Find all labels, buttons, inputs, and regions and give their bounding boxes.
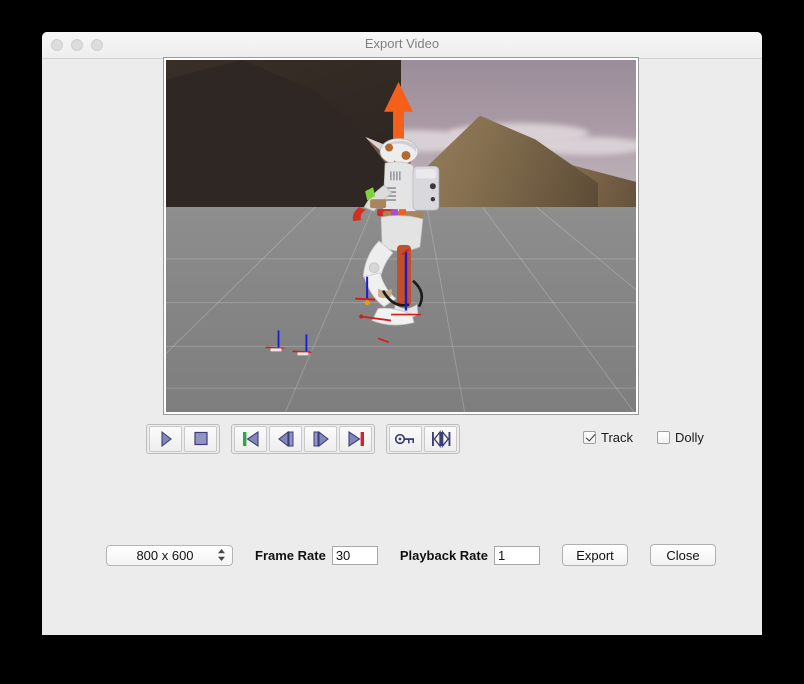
- dolly-label: Dolly: [675, 430, 704, 445]
- axis-gizmo: [292, 334, 312, 356]
- 3d-render-viewport[interactable]: [166, 60, 636, 412]
- go-to-start-button[interactable]: [234, 426, 267, 452]
- key-icon: [394, 433, 414, 445]
- frame-rate-label: Frame Rate: [255, 547, 326, 563]
- close-button[interactable]: Close: [649, 544, 716, 566]
- export-settings-bar: 800 x 600 Frame Rate 30 Playback Rate 1 …: [106, 544, 716, 566]
- step-back-button[interactable]: [269, 426, 302, 452]
- camera-options: Track Dolly: [583, 430, 728, 445]
- track-checkbox[interactable]: [583, 431, 596, 444]
- step-backward-icon: [277, 430, 293, 448]
- stop-icon: [193, 431, 208, 446]
- dolly-checkbox-row[interactable]: Dolly: [657, 430, 704, 445]
- chevron-updown-icon: [217, 548, 226, 562]
- axis-gizmo: [377, 337, 390, 344]
- axis-gizmo: [265, 330, 284, 352]
- window-titlebar: Export Video: [42, 32, 762, 59]
- robot-model: [265, 81, 440, 356]
- frame-navigation-group: [231, 424, 375, 454]
- resolution-select[interactable]: 800 x 600: [106, 544, 233, 566]
- playback-toolbar: [146, 424, 471, 454]
- keyframe-group: [386, 424, 460, 454]
- playback-group: [146, 424, 220, 454]
- frame-rate-input[interactable]: 30: [331, 545, 378, 565]
- export-button[interactable]: Export: [561, 544, 628, 566]
- track-checkbox-row[interactable]: Track: [583, 430, 633, 445]
- key-button[interactable]: [389, 426, 422, 452]
- play-icon: [160, 430, 172, 448]
- step-forward-icon: [313, 430, 329, 448]
- step-forward-button[interactable]: [304, 426, 337, 452]
- window-title: Export Video: [364, 36, 440, 51]
- stop-button[interactable]: [184, 426, 217, 452]
- go-to-end-button[interactable]: [339, 426, 372, 452]
- export-video-window: Export Video Track Dolly 800 x 600 Frame…: [42, 32, 762, 635]
- skip-to-start-icon: [242, 430, 259, 448]
- skip-to-end-icon: [347, 430, 364, 448]
- playback-rate-input[interactable]: 1: [493, 545, 540, 565]
- collapse-to-center-icon: [431, 430, 450, 448]
- resolution-value: 800 x 600: [136, 547, 194, 563]
- play-button[interactable]: [149, 426, 182, 452]
- track-label: Track: [601, 430, 634, 445]
- dolly-checkbox[interactable]: [657, 431, 671, 444]
- fit-range-button[interactable]: [424, 426, 457, 452]
- playback-rate-label: Playback Rate: [399, 547, 488, 563]
- viewport-frame: [163, 57, 639, 415]
